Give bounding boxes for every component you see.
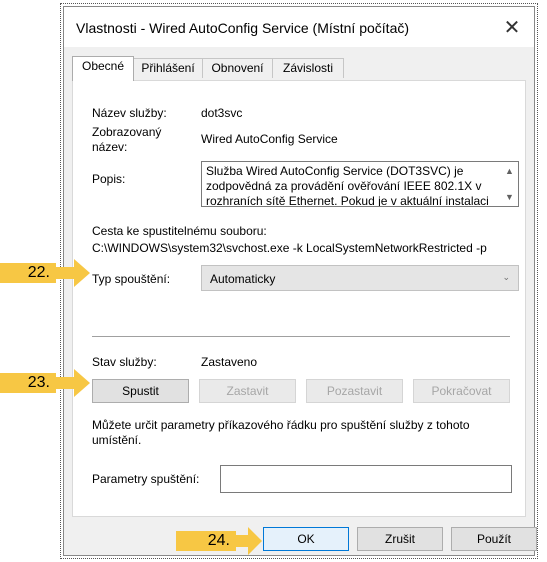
params-hint: Můžete určit parametry příkazového řádku…: [92, 418, 470, 447]
tab-logon[interactable]: Přihlášení: [133, 58, 203, 78]
params-label: Parametry spuštění:: [92, 472, 200, 486]
tab-dependencies[interactable]: Závislosti: [272, 58, 344, 78]
service-status-value: Zastaveno: [201, 355, 258, 369]
stop-button[interactable]: Zastavit: [199, 379, 296, 403]
title-bar: Vlastnosti - Wired AutoConfig Service (M…: [64, 7, 534, 47]
start-button[interactable]: Spustit: [92, 379, 189, 403]
service-name-value: dot3svc: [201, 106, 243, 120]
annotation-arrow-24: [236, 527, 262, 555]
description-box[interactable]: Služba Wired AutoConfig Service (DOT3SVC…: [201, 161, 519, 207]
description-label: Popis:: [92, 172, 126, 186]
close-icon[interactable]: ✕: [490, 7, 534, 47]
service-status-label: Stav služby:: [92, 355, 157, 369]
resume-button[interactable]: Pokračovat: [413, 379, 510, 403]
display-name-label-line1: Zobrazovaný: [92, 125, 162, 139]
annotation-marker-23: 23.: [0, 373, 56, 393]
params-input[interactable]: [220, 465, 512, 493]
description-text: Služba Wired AutoConfig Service (DOT3SVC…: [206, 164, 489, 207]
display-name-label-line2: název:: [92, 140, 128, 154]
general-panel: Název služby: dot3svc Zobrazovaný název:…: [72, 80, 526, 517]
path-value: C:\WINDOWS\system32\svchost.exe -k Local…: [92, 241, 487, 255]
startup-type-label: Typ spouštění:: [92, 272, 171, 286]
annotation-marker-22: 22.: [0, 263, 56, 283]
separator: [92, 336, 510, 337]
cancel-button[interactable]: Zrušit: [357, 527, 443, 551]
startup-type-select[interactable]: Automaticky ⌄: [201, 265, 519, 291]
ok-button[interactable]: OK: [263, 527, 349, 551]
description-scrollbar[interactable]: ▲ ▼: [501, 162, 518, 206]
path-label: Cesta ke spustitelnému souboru:: [92, 224, 267, 238]
apply-button[interactable]: Použít: [451, 527, 537, 551]
startup-type-value: Automaticky: [210, 272, 276, 286]
service-name-label: Název služby:: [92, 106, 167, 120]
dialog-title: Vlastnosti - Wired AutoConfig Service (M…: [76, 20, 410, 36]
annotation-marker-24: 24.: [176, 531, 236, 551]
tab-recovery-label: Obnovení: [211, 61, 264, 75]
tab-general[interactable]: Obecné: [72, 56, 134, 81]
tab-logon-label: Přihlášení: [141, 61, 195, 75]
properties-dialog: Vlastnosti - Wired AutoConfig Service (M…: [63, 6, 537, 556]
display-name-value: Wired AutoConfig Service: [201, 132, 338, 146]
pause-button[interactable]: Pozastavit: [306, 379, 403, 403]
chevron-down-icon: ⌄: [502, 272, 510, 282]
tab-dependencies-label: Závislosti: [282, 61, 333, 75]
tab-recovery[interactable]: Obnovení: [202, 58, 273, 78]
scroll-up-icon[interactable]: ▲: [505, 166, 514, 176]
annotation-arrow-22: [56, 259, 90, 287]
annotation-arrow-23: [56, 369, 90, 397]
scroll-down-icon[interactable]: ▼: [505, 192, 514, 202]
tab-general-label: Obecné: [81, 59, 125, 73]
